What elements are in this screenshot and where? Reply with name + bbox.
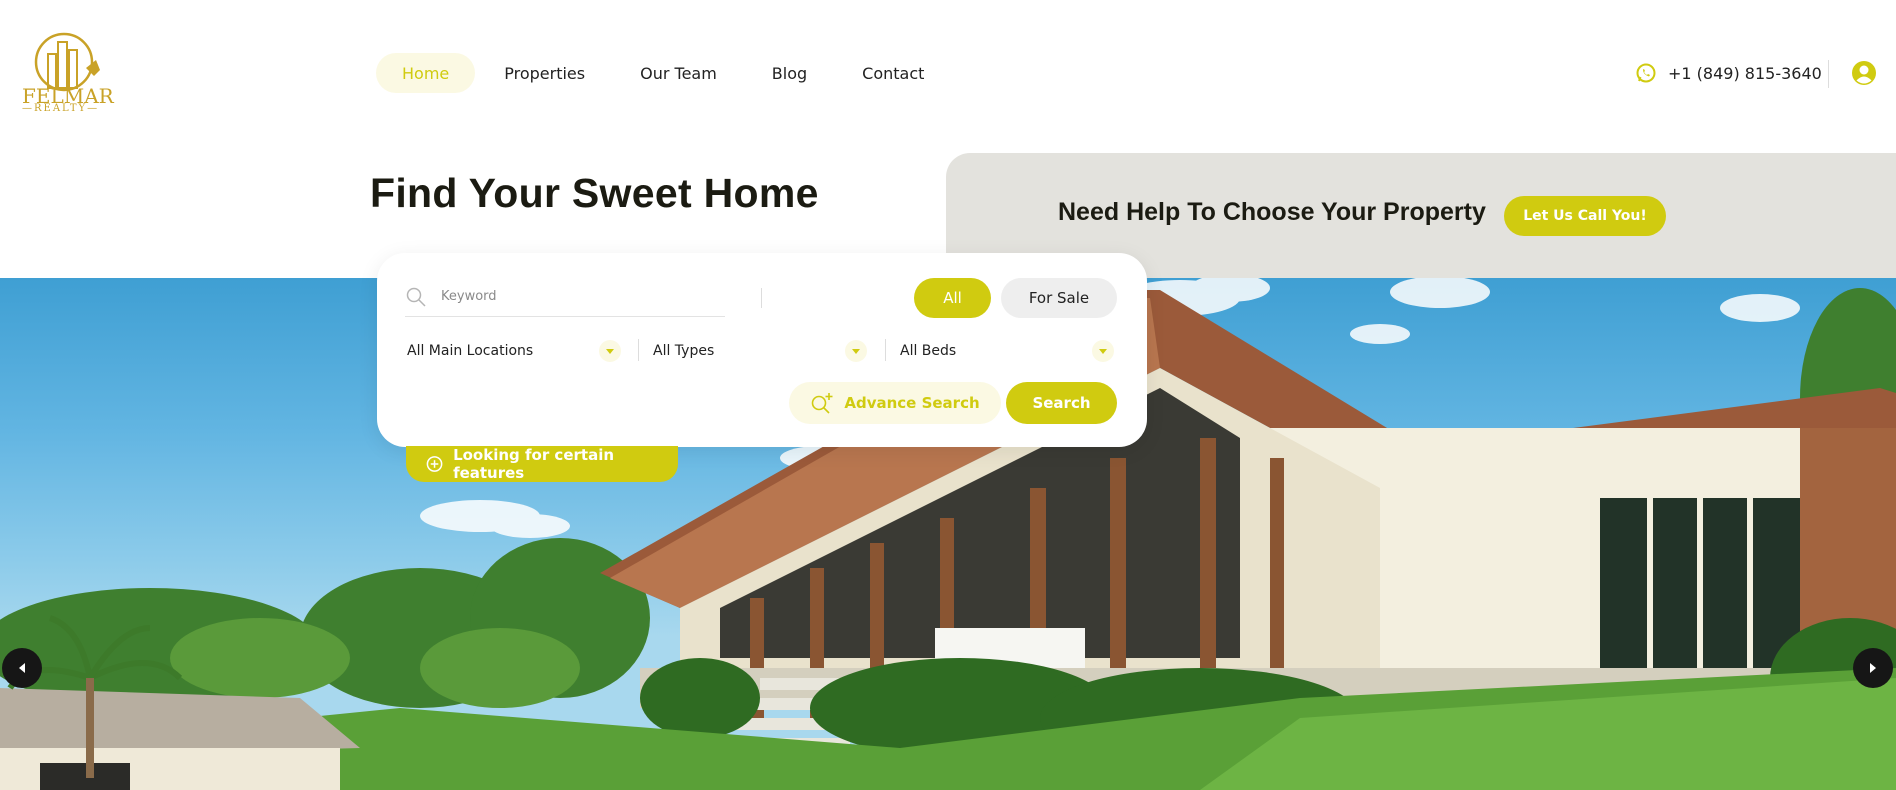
chevron-down-icon (845, 340, 867, 362)
phone-contact[interactable]: +1 (849) 815-3640 (1636, 60, 1822, 86)
call-me-button[interactable]: Let Us Call You! (1504, 196, 1666, 236)
keyword-divider (761, 288, 762, 308)
keyword-input[interactable] (441, 283, 711, 309)
type-select[interactable]: All Types (653, 336, 867, 366)
search-card: All For Sale All Main Locations All Type… (377, 253, 1147, 447)
help-text: Need Help To Choose Your Property (1058, 198, 1486, 226)
advance-search-label: Advance Search (844, 394, 980, 412)
features-button[interactable]: Looking for certain features (406, 446, 678, 482)
beds-select[interactable]: All Beds (900, 336, 1114, 366)
tab-all[interactable]: All (914, 278, 991, 318)
chevron-down-icon (599, 340, 621, 362)
type-select-label: All Types (653, 343, 715, 359)
features-label: Looking for certain features (453, 446, 615, 482)
location-select[interactable]: All Main Locations (407, 336, 621, 366)
tab-for-sale[interactable]: For Sale (1001, 278, 1117, 318)
nav-contact[interactable]: Contact (836, 53, 950, 93)
arrow-left-icon (19, 663, 25, 673)
header-divider (1828, 60, 1829, 88)
select-divider (638, 339, 639, 361)
phone-number: +1 (849) 815-3640 (1668, 63, 1822, 83)
search-icon (406, 287, 426, 307)
brand-subtitle: —REALTY— (22, 103, 100, 114)
slider-next-button[interactable] (1853, 648, 1893, 688)
nav-blog[interactable]: Blog (746, 53, 833, 93)
user-circle-icon[interactable] (1851, 60, 1877, 86)
main-nav: Home Properties Our Team Blog Contact (376, 53, 953, 93)
page-title: Find Your Sweet Home (370, 170, 819, 216)
slider-prev-button[interactable] (2, 648, 42, 688)
location-select-label: All Main Locations (407, 343, 534, 359)
nav-properties[interactable]: Properties (478, 53, 611, 93)
plus-circle-icon (426, 456, 443, 472)
nav-our-team[interactable]: Our Team (614, 53, 743, 93)
keyword-field[interactable] (405, 277, 725, 317)
zoom-plus-icon (812, 393, 833, 414)
chevron-down-icon (1092, 340, 1114, 362)
select-divider (885, 339, 886, 361)
site-header: FELMAR —REALTY— Home Properties Our Team… (0, 0, 1896, 150)
arrow-right-icon (1870, 663, 1876, 673)
beds-select-label: All Beds (900, 343, 957, 359)
nav-home[interactable]: Home (376, 53, 476, 93)
whatsapp-icon (1636, 63, 1656, 83)
search-button[interactable]: Search (1006, 382, 1117, 424)
advance-search-button[interactable]: Advance Search (789, 382, 1001, 424)
